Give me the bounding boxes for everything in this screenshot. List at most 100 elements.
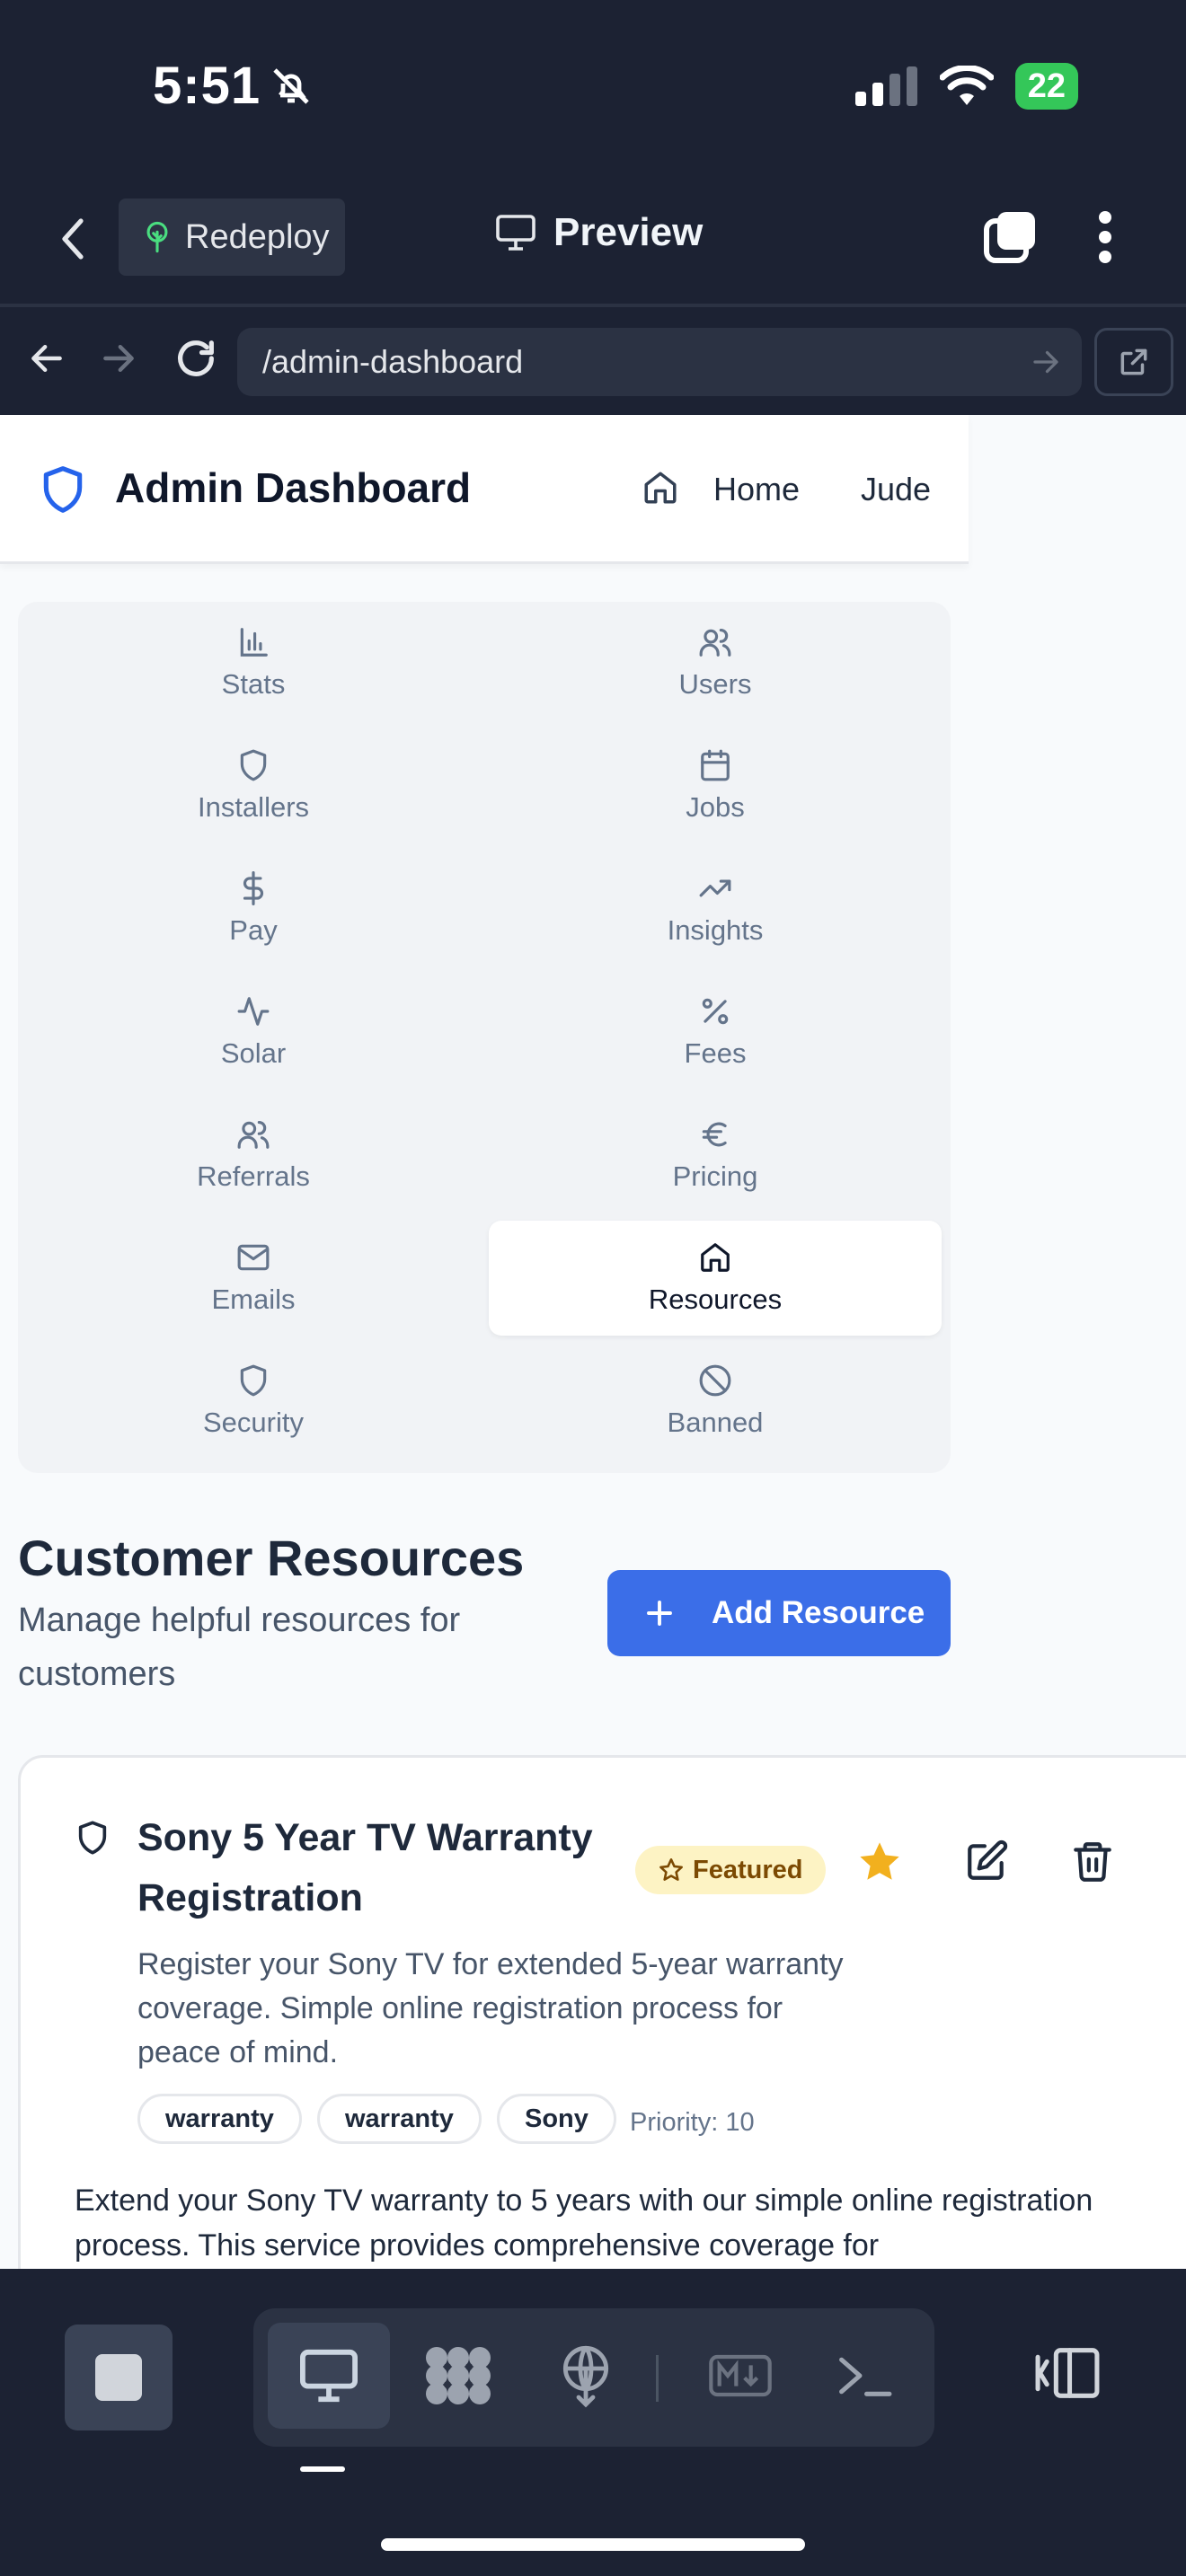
tag-chip: warranty xyxy=(317,2094,482,2144)
tabs-icon[interactable] xyxy=(981,208,1039,266)
section-subtitle: Manage helpful resources for customers xyxy=(18,1601,461,1693)
nav-label: Solar xyxy=(220,1037,287,1069)
tool-switcher xyxy=(253,2308,934,2447)
featured-label: Featured xyxy=(693,1855,803,1884)
nav-item-referrals[interactable]: Referrals xyxy=(27,1098,480,1213)
open-external-button[interactable] xyxy=(1094,328,1173,396)
more-vertical-icon[interactable] xyxy=(1087,208,1123,266)
nav-item-emails[interactable]: Emails xyxy=(27,1221,480,1336)
shield-icon xyxy=(78,1821,107,1855)
toolbar-separator xyxy=(656,2355,659,2402)
monitor-icon xyxy=(496,215,535,251)
nav-label: Resources xyxy=(648,1284,783,1315)
wifi-icon xyxy=(939,66,994,105)
activity-icon xyxy=(237,997,270,1026)
redeploy-label: Redeploy xyxy=(185,217,330,256)
edit-icon[interactable] xyxy=(964,1839,1009,1883)
terminal-icon xyxy=(839,2357,892,2396)
nav-label: Insights xyxy=(667,914,764,946)
priority-label: Priority: 10 xyxy=(630,2108,755,2137)
users-icon xyxy=(699,628,731,657)
terminal-tool-button[interactable] xyxy=(803,2323,925,2429)
nav-label: Fees xyxy=(684,1037,747,1069)
home-link[interactable]: Home xyxy=(713,471,800,508)
deploy-tool-button[interactable] xyxy=(525,2323,647,2429)
status-time: 5:51 xyxy=(153,56,313,116)
shield-icon xyxy=(240,749,267,781)
ban-icon xyxy=(699,1364,731,1397)
chevron-left-icon[interactable] xyxy=(54,214,97,264)
stop-icon xyxy=(95,2354,142,2401)
add-resource-label: Add Resource xyxy=(712,1595,925,1630)
nav-label: Stats xyxy=(221,668,286,700)
resource-description: Register your Sony TV for extended 5-yea… xyxy=(137,1947,844,2069)
arrow-right-icon[interactable] xyxy=(99,335,138,382)
star-outline-icon xyxy=(659,1858,683,1881)
arrow-left-icon[interactable] xyxy=(27,335,66,382)
euro-icon xyxy=(702,1122,727,1147)
star-filled-icon[interactable] xyxy=(856,1839,903,1885)
admin-nav-grid: Stats Users Installers Jobs Pay Insights… xyxy=(18,602,951,1473)
preview-label: Preview xyxy=(553,210,704,254)
url-text: /admin-dashboard xyxy=(262,343,524,380)
nav-label: Pricing xyxy=(672,1160,758,1192)
status-bar: 5:51 22 xyxy=(0,0,1186,171)
bar-chart-icon xyxy=(240,628,268,657)
refresh-icon[interactable] xyxy=(173,335,219,382)
trash-icon[interactable] xyxy=(1070,1839,1115,1883)
home-icon xyxy=(701,1243,730,1272)
nav-label: Security xyxy=(203,1407,304,1438)
battery-indicator: 22 xyxy=(1014,63,1078,110)
home-icon[interactable] xyxy=(642,469,679,507)
nav-item-resources[interactable]: Resources xyxy=(489,1221,942,1336)
preview-tab[interactable]: Preview xyxy=(494,210,703,255)
shield-icon xyxy=(240,1364,267,1397)
percent-icon xyxy=(702,998,729,1025)
deploy-globe-icon xyxy=(562,2345,609,2408)
agent-tool-button[interactable] xyxy=(397,2323,519,2429)
nav-item-security[interactable]: Security xyxy=(27,1344,480,1459)
app-header: Admin Dashboard Home Jude xyxy=(0,415,969,564)
bell-slash-icon xyxy=(273,67,309,104)
resource-title: Sony 5 Year TV Warranty Registration xyxy=(137,1816,593,1919)
nav-item-insights[interactable]: Insights xyxy=(489,851,942,966)
stop-button[interactable] xyxy=(65,2325,173,2430)
nav-item-pay[interactable]: Pay xyxy=(27,851,480,966)
preview-tool-button[interactable] xyxy=(268,2323,390,2429)
go-arrow-icon[interactable] xyxy=(1030,344,1062,380)
home-indicator xyxy=(381,2538,805,2551)
plus-icon xyxy=(647,1601,672,1626)
nav-item-installers[interactable]: Installers xyxy=(27,728,480,843)
markdown-icon xyxy=(709,2354,772,2397)
nav-item-pricing[interactable]: Pricing xyxy=(489,1098,942,1213)
clock-text: 5:51 xyxy=(153,57,261,115)
resource-card: Sony 5 Year TV Warranty Registration Fea… xyxy=(18,1755,1186,2269)
nav-item-fees[interactable]: Fees xyxy=(489,975,942,1090)
nav-label: Jobs xyxy=(686,791,745,823)
nav-item-users[interactable]: Users xyxy=(489,605,942,720)
nav-item-banned[interactable]: Banned xyxy=(489,1344,942,1459)
preview-header: Redeploy Preview xyxy=(0,189,1186,296)
cellular-signal-icon xyxy=(854,66,917,106)
markdown-tool-button[interactable] xyxy=(679,2323,801,2429)
grid-blob-icon xyxy=(426,2347,491,2404)
mail-icon xyxy=(237,1244,270,1271)
resource-body: Extend your Sony TV warranty to 5 years … xyxy=(75,2183,1093,2263)
split-view-icon[interactable] xyxy=(1033,2344,1102,2402)
users-icon xyxy=(237,1120,270,1149)
nav-label: Installers xyxy=(197,791,310,823)
url-input[interactable]: /admin-dashboard xyxy=(237,328,1082,396)
nav-item-solar[interactable]: Solar xyxy=(27,975,480,1090)
calendar-icon xyxy=(701,749,730,781)
user-menu[interactable]: Jude xyxy=(861,471,931,508)
header-divider xyxy=(0,304,1186,307)
redeploy-button[interactable]: Redeploy xyxy=(119,198,345,276)
nav-item-jobs[interactable]: Jobs xyxy=(489,728,942,843)
dollar-icon xyxy=(243,871,263,905)
section-title: Customer Resources xyxy=(18,1530,525,1586)
add-resource-button[interactable]: Add Resource xyxy=(607,1570,951,1656)
featured-badge: Featured xyxy=(635,1846,827,1894)
nav-label: Referrals xyxy=(197,1160,310,1192)
nav-item-stats[interactable]: Stats xyxy=(27,605,480,720)
monitor-icon xyxy=(300,2349,358,2403)
